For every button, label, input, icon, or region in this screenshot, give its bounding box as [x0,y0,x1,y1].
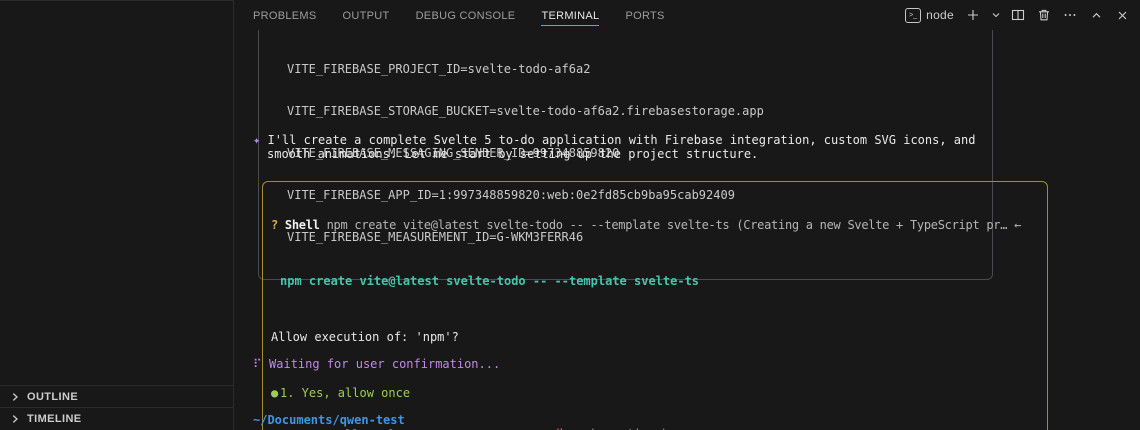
tab-debug-console[interactable]: DEBUG CONSOLE [416,5,516,26]
permission-question: Allow execution of: 'npm'? [271,330,459,344]
sidebar-section-outline[interactable]: OUTLINE [0,385,233,407]
cwd-path: ~/Documents/qwen-test [253,413,405,427]
env-line: VITE_FIREBASE_PROJECT_ID=svelte-todo-af6… [287,62,591,76]
sidebar-sections: OUTLINE TIMELINE [0,385,233,429]
waiting-status-text: Waiting for user confirmation... [261,357,501,371]
sidebar-section-label: TIMELINE [27,412,82,425]
spinner-icon: ⠏ [253,357,262,371]
prompt-question-mark: ? [271,218,278,232]
tab-ports[interactable]: PORTS [625,5,664,26]
close-icon[interactable] [1113,5,1131,25]
expand-arrow-icon: ← [1014,218,1022,232]
tab-output[interactable]: OUTPUT [343,5,390,26]
confirm-summary-line: ? Shell npm create vite@latest svelte-to… [267,218,1039,232]
assistant-message: ✦ I'll create a complete Svelte 5 to-do … [253,133,1023,161]
panel: PROBLEMS OUTPUT DEBUG CONSOLE TERMINAL P… [234,0,1140,430]
terminal-profile-label: node [926,8,954,22]
chevron-up-icon[interactable] [1087,5,1105,25]
chevron-right-icon [10,392,20,402]
terminal-profile[interactable]: >_ node [905,7,956,23]
chevron-down-icon[interactable] [990,5,1001,25]
vscode-bottom-panel: OUTLINE TIMELINE PROBLEMS OUTPUT DEBUG C… [0,0,1140,430]
tab-problems[interactable]: PROBLEMS [253,5,317,26]
sidebar-section-timeline[interactable]: TIMELINE [0,407,233,429]
panel-tabbar: PROBLEMS OUTPUT DEBUG CONSOLE TERMINAL P… [234,0,1140,30]
command-summary: npm create vite@latest svelte-todo -- --… [326,218,1008,232]
shell-confirm-box: ? Shell npm create vite@latest svelte-to… [262,181,1048,430]
ellipsis-icon[interactable] [1061,5,1079,25]
star-icon: ✦ [253,133,261,147]
env-line: VITE_FIREBASE_STORAGE_BUCKET=svelte-todo… [287,104,764,118]
tool-name: Shell [284,218,320,232]
terminal-viewport[interactable]: VITE_FIREBASE_PROJECT_ID=svelte-todo-af6… [234,30,1140,430]
trash-icon[interactable] [1035,5,1053,25]
terminal-icon: >_ [905,7,922,23]
panel-actions: >_ node [905,0,1131,30]
command-text: npm create vite@latest svelte-todo -- --… [280,274,700,288]
split-terminal-icon[interactable] [1009,5,1027,25]
terminal-footer: ~/Documents/qwen-test no sandbox (see /d… [234,399,1140,430]
option-label: 1. Yes, allow once [280,386,411,400]
chevron-right-icon [10,414,20,424]
waiting-status: ⠏ Waiting for user confirmation... [253,357,500,371]
sidebar-section-label: OUTLINE [27,390,79,403]
tab-terminal[interactable]: TERMINAL [541,5,600,26]
assistant-message-text: I'll create a complete Svelte 5 to-do ap… [267,133,976,161]
plus-icon[interactable] [964,5,982,25]
sidebar: OUTLINE TIMELINE [0,0,234,430]
selected-bullet-icon: ● [271,386,279,400]
option-allow-once[interactable]: ● 1. Yes, allow once [267,386,1039,400]
